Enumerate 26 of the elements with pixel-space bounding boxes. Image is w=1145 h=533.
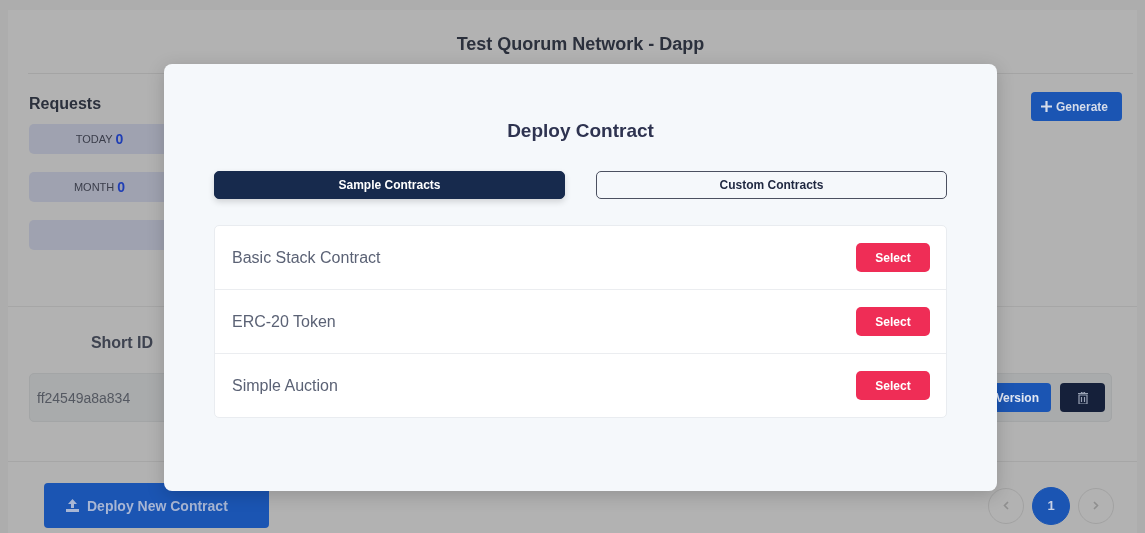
select-button[interactable]: Select [856,243,930,272]
column-header: Short ID [89,333,155,353]
delete-button[interactable] [1060,383,1105,412]
requests-heading: Requests [29,94,103,114]
upload-icon [66,499,79,512]
stat-label: TODAY [75,133,113,145]
tab[interactable]: Custom Contracts [596,171,947,199]
trash-icon [1077,391,1088,404]
stat-value: 0 [115,131,124,147]
deploy-new-contract-button[interactable]: Deploy New Contract [44,483,269,528]
select-button[interactable]: Select [856,371,930,400]
select-button[interactable]: Select [856,307,930,336]
contract-name: Basic Stack Contract [232,248,381,267]
chevron-left-icon [1003,501,1009,510]
app-title: Test Quorum Network - Dapp [456,34,705,54]
generate-button[interactable]: Generate [1030,92,1122,121]
modal-title: Deploy Contract [506,119,655,142]
contract-name: Simple Auction [232,376,338,395]
chevron-right-icon [1093,501,1099,510]
short-id: ff24549a8a834 [37,389,131,406]
tab[interactable]: Sample Contracts [214,171,565,199]
plus-icon [1040,101,1052,112]
stat-label: MONTH [73,181,115,193]
stat-value: 0 [117,179,126,195]
contract-name: ERC-20 Token [232,312,336,331]
page-button[interactable]: 1 [1032,486,1070,525]
